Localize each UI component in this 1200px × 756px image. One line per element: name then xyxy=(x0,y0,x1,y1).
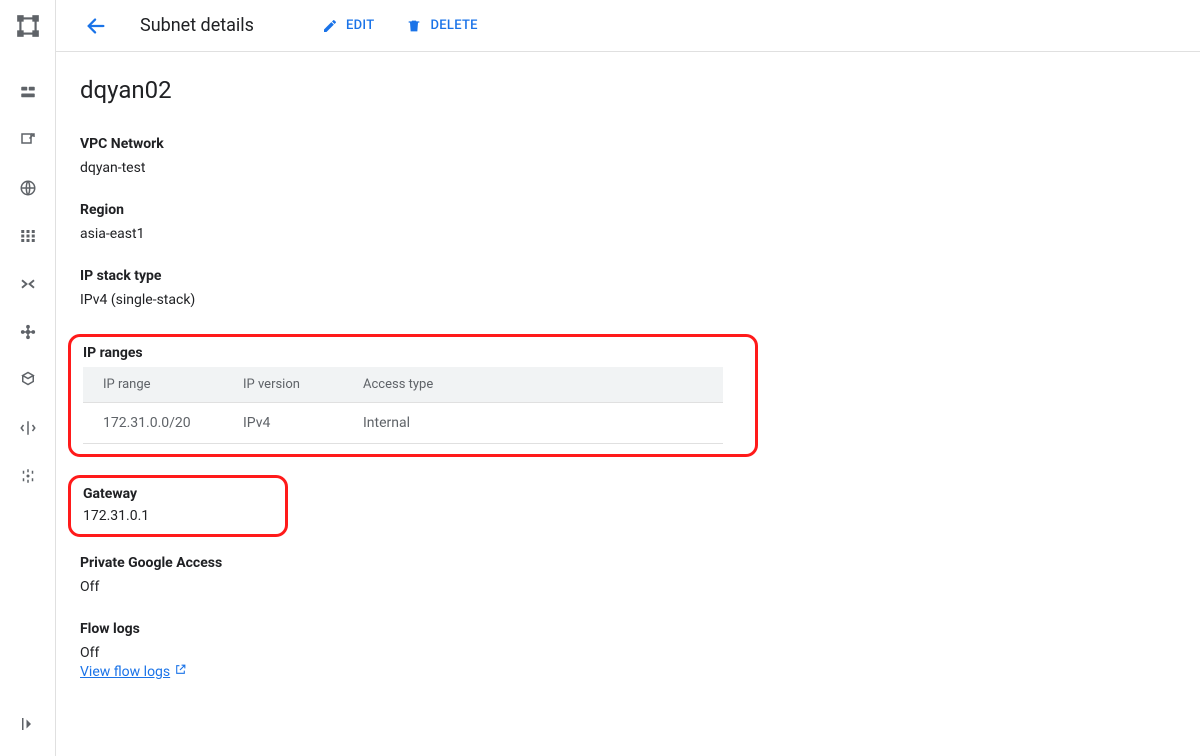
field-ipstack: IP stack type IPv4 (single-stack) xyxy=(80,268,1200,308)
external-link-icon xyxy=(174,664,187,680)
field-flowlogs: Flow logs Off View flow logs xyxy=(80,621,1200,680)
delete-label: DELETE xyxy=(430,18,477,33)
th-range: IP range xyxy=(83,367,223,403)
flowlogs-value: Off xyxy=(80,645,1200,661)
sidebar-item-packet-mirroring[interactable] xyxy=(8,408,48,448)
gateway-value: 172.31.0.1 xyxy=(83,508,277,524)
pga-value: Off xyxy=(80,579,1200,595)
td-range: 172.31.0.0/20 xyxy=(83,403,223,444)
sidebar-item-routes[interactable] xyxy=(8,216,48,256)
ipranges-label: IP ranges xyxy=(83,345,747,361)
th-version: IP version xyxy=(223,367,343,403)
region-label: Region xyxy=(80,202,1200,218)
edit-label: EDIT xyxy=(346,18,374,33)
sidebar-item-vpc[interactable] xyxy=(8,72,48,112)
sidebar-expand-button[interactable] xyxy=(8,704,48,744)
delete-button[interactable]: DELETE xyxy=(406,18,477,34)
field-region: Region asia-east1 xyxy=(80,202,1200,242)
sidebar-item-firewall[interactable] xyxy=(8,168,48,208)
sidebar-item-peering[interactable] xyxy=(8,264,48,304)
sidebar-item-shared-vpc[interactable] xyxy=(8,312,48,352)
th-access: Access type xyxy=(343,367,723,403)
subnet-name: dqyan02 xyxy=(80,76,1200,104)
td-access: Internal xyxy=(343,403,723,444)
back-button[interactable] xyxy=(80,10,112,42)
page-title: Subnet details xyxy=(140,15,254,36)
vpc-value: dqyan-test xyxy=(80,160,1200,176)
edit-icon xyxy=(322,18,338,34)
flowlogs-link[interactable]: View flow logs xyxy=(80,664,187,680)
ip-ranges-table: IP range IP version Access type 172.31.0… xyxy=(83,367,723,444)
pga-label: Private Google Access xyxy=(80,555,1200,571)
delete-icon xyxy=(406,18,422,34)
sidebar-item-serverless[interactable] xyxy=(8,360,48,400)
table-row: 172.31.0.0/20 IPv4 Internal xyxy=(83,403,723,444)
content: dqyan02 VPC Network dqyan-test Region as… xyxy=(56,52,1200,706)
ip-ranges-highlight: IP ranges IP range IP version Access typ… xyxy=(68,334,758,457)
gateway-highlight: Gateway 172.31.0.1 xyxy=(68,475,288,537)
page-header: Subnet details EDIT DELETE xyxy=(56,0,1200,52)
ipstack-value: IPv4 (single-stack) xyxy=(80,292,1200,308)
edit-button[interactable]: EDIT xyxy=(322,18,374,34)
region-value: asia-east1 xyxy=(80,226,1200,242)
field-vpc: VPC Network dqyan-test xyxy=(80,136,1200,176)
td-version: IPv4 xyxy=(223,403,343,444)
ipstack-label: IP stack type xyxy=(80,268,1200,284)
sidebar xyxy=(0,0,56,756)
field-pga: Private Google Access Off xyxy=(80,555,1200,595)
flowlogs-link-text: View flow logs xyxy=(80,664,170,680)
vpc-label: VPC Network xyxy=(80,136,1200,152)
sidebar-item-external-ip[interactable] xyxy=(8,120,48,160)
gateway-label: Gateway xyxy=(83,486,277,502)
main-panel: Subnet details EDIT DELETE dqyan02 VPC N… xyxy=(56,0,1200,756)
product-logo-icon xyxy=(14,12,42,40)
sidebar-item-network-analyzer[interactable] xyxy=(8,456,48,496)
flowlogs-label: Flow logs xyxy=(80,621,1200,637)
